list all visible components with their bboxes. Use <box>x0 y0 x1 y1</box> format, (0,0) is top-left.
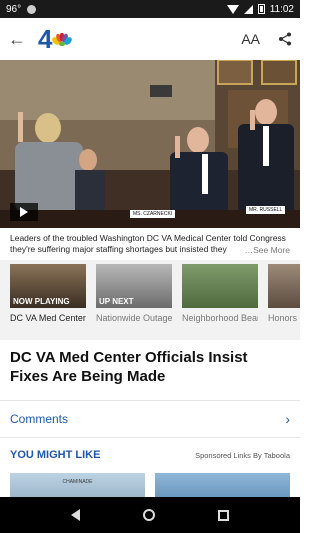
video-card-title: DC VA Med Center Officials Insist F... <box>10 313 86 323</box>
app-bar: ← 4 AA <box>0 18 300 60</box>
video-card-title: Honors Killed in ... <box>268 313 300 323</box>
wifi-icon <box>226 4 239 14</box>
sponsored-label[interactable]: Sponsored Links By Taboola <box>195 451 290 460</box>
system-nav-bar <box>0 497 300 533</box>
comments-label: Comments <box>10 412 69 426</box>
battery-icon <box>257 4 265 14</box>
up-next-badge: UP NEXT <box>99 297 134 306</box>
play-icon <box>20 207 28 217</box>
video-thumbnail: UP NEXT <box>96 264 172 308</box>
nav-recents-icon[interactable] <box>217 509 229 521</box>
video-strip: NOW PLAYING DC VA Med Center Officials I… <box>0 260 300 340</box>
video-card-title: Nationwide Outage Disrupts ... <box>96 313 172 323</box>
nbc-peacock-icon <box>52 32 73 46</box>
logo-number: 4 <box>38 23 53 54</box>
clock: 11:02 <box>269 3 294 15</box>
status-bar: 96° 11:02 <box>0 0 300 18</box>
signal-icon <box>243 4 253 14</box>
recommendations: CHAMINADE <box>10 473 290 497</box>
share-icon[interactable] <box>278 32 292 46</box>
video-thumbnail <box>182 264 258 308</box>
you-might-like-header: YOU MIGHT LIKE Sponsored Links By Tabool… <box>10 449 290 461</box>
video-thumbnail: NOW PLAYING <box>10 264 86 308</box>
you-might-like-title: YOU MIGHT LIKE <box>10 449 101 461</box>
hero-video[interactable]: MS. CZARNECKI MR. RUSSELL <box>0 60 300 228</box>
temperature: 96° <box>6 3 22 15</box>
comments-row[interactable]: Comments › <box>0 401 300 437</box>
play-button[interactable] <box>10 203 38 221</box>
hearing-photo <box>0 60 300 228</box>
nav-back-icon[interactable] <box>71 509 81 521</box>
notification-dot-icon <box>27 4 37 14</box>
recommendation-thumbnail[interactable] <box>155 473 290 497</box>
recommendation-thumbnail[interactable]: CHAMINADE <box>10 473 145 497</box>
nameplate: MR. RUSSELL <box>246 206 286 214</box>
nbc4-logo: 4 <box>38 23 73 55</box>
video-thumbnail <box>268 264 300 308</box>
chevron-right-icon: › <box>285 411 290 427</box>
divider <box>0 437 300 438</box>
video-card[interactable]: Honors Killed in ... <box>268 264 300 324</box>
video-caption: Leaders of the troubled Washington DC VA… <box>0 228 300 260</box>
nav-home-icon[interactable] <box>142 509 155 521</box>
now-playing-badge: NOW PLAYING <box>13 297 70 306</box>
see-more-link[interactable]: …See More <box>242 245 290 255</box>
text-size-icon[interactable]: AA <box>241 31 260 47</box>
back-arrow-icon[interactable]: ← <box>8 29 30 50</box>
video-card[interactable]: UP NEXT Nationwide Outage Disrupts ... <box>96 264 172 324</box>
video-card[interactable]: Neighborhood Bear Spooks Nei... <box>182 264 258 324</box>
video-card-title: Neighborhood Bear Spooks Nei... <box>182 313 258 323</box>
nameplate: MS. CZARNECKI <box>130 210 176 218</box>
article-headline: DC VA Med Center Officials Insist Fixes … <box>10 349 248 385</box>
video-card[interactable]: NOW PLAYING DC VA Med Center Officials I… <box>10 264 86 324</box>
thumbnail-text: CHAMINADE <box>62 479 93 485</box>
